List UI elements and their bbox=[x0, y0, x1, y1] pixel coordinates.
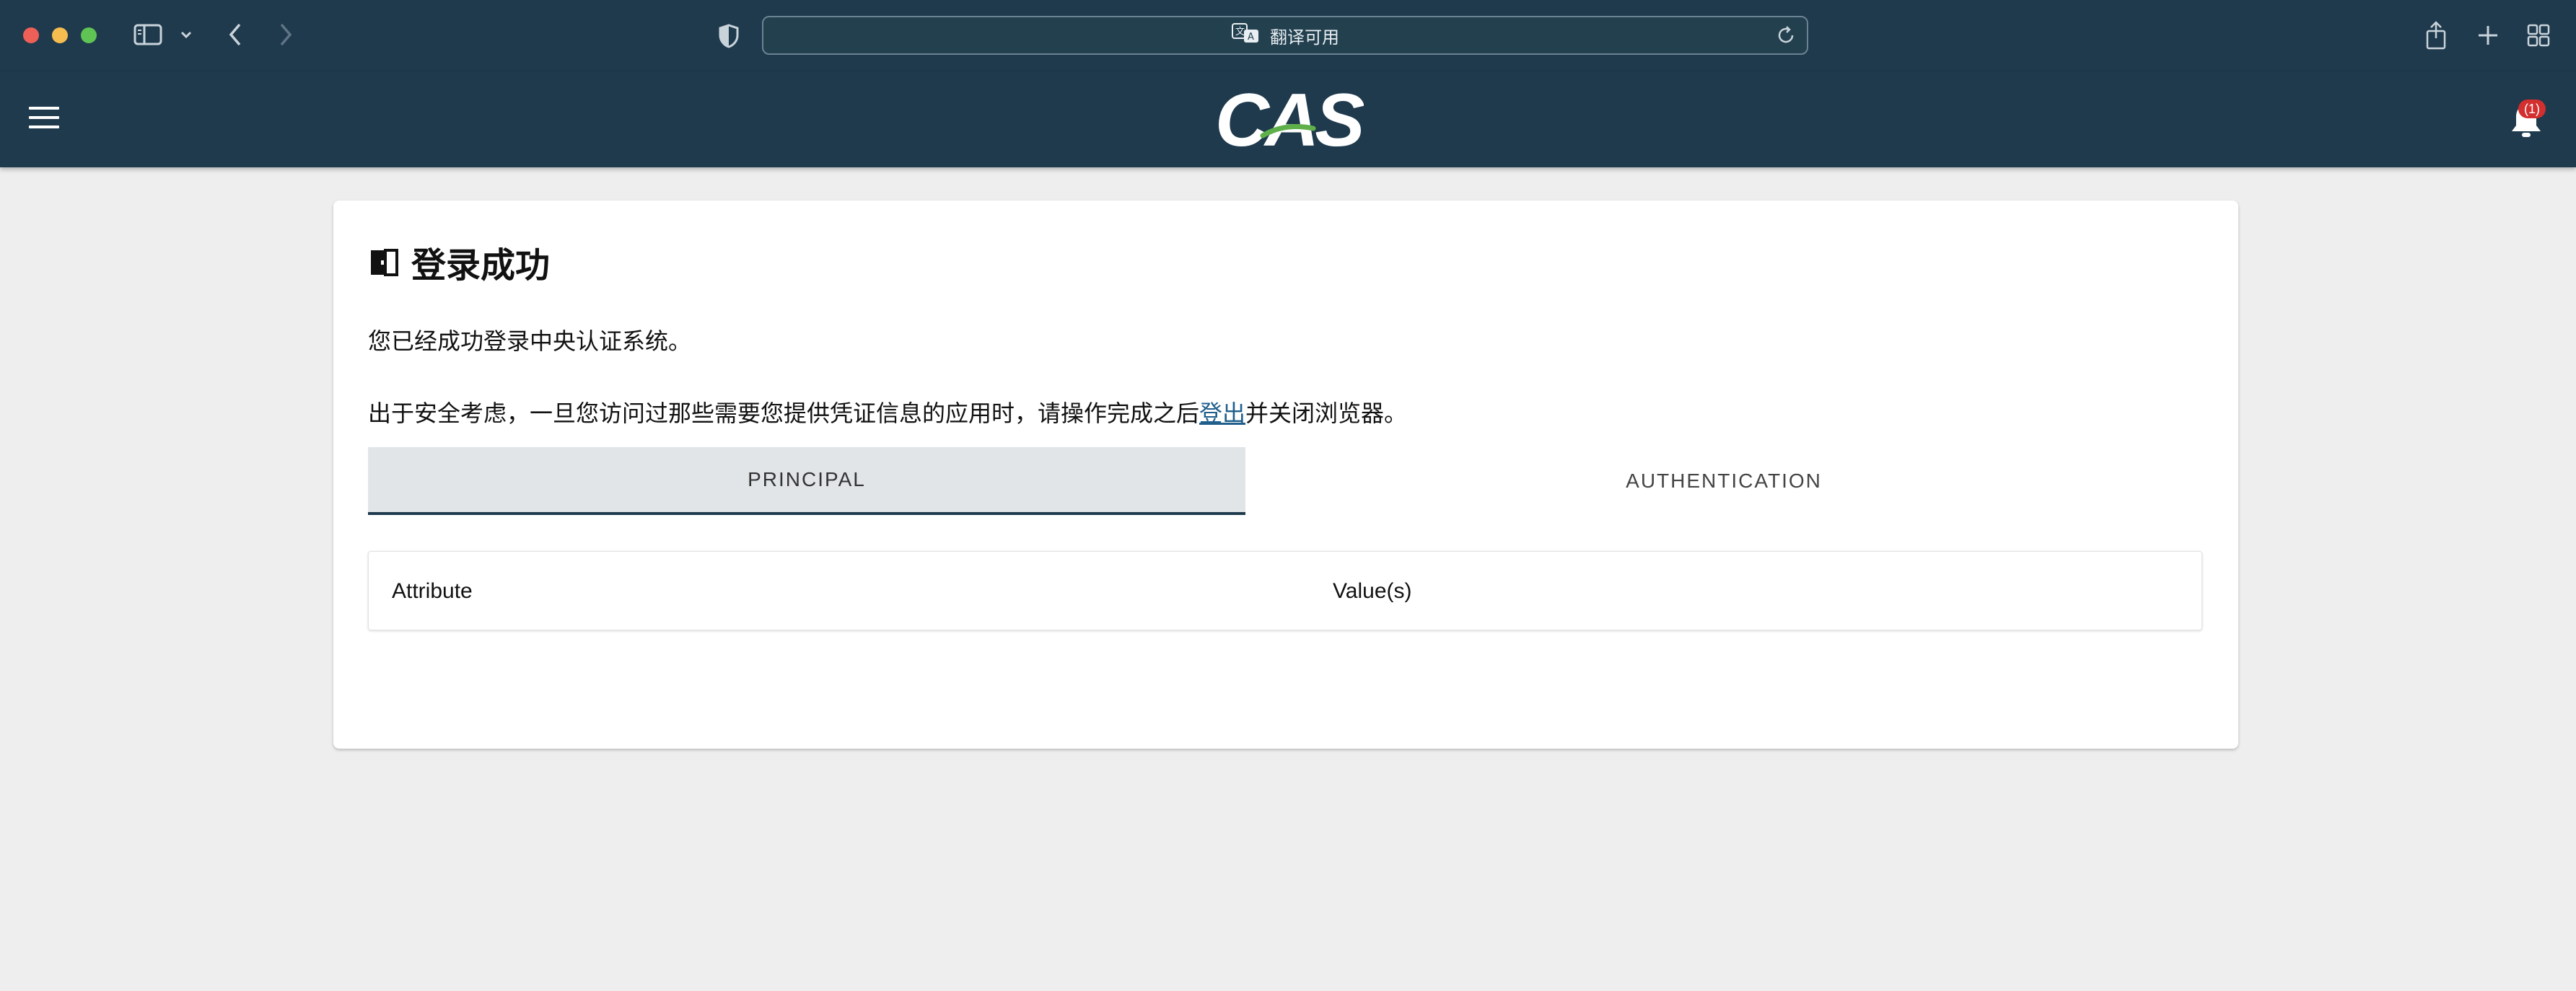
attributes-table: Attribute Value(s) bbox=[368, 551, 2202, 630]
tab-authentication[interactable]: AUTHENTICATION bbox=[1245, 447, 2202, 515]
share-icon[interactable] bbox=[2420, 17, 2452, 53]
details-tabs: PRINCIPAL AUTHENTICATION bbox=[368, 447, 2202, 515]
svg-text:文: 文 bbox=[1235, 27, 1245, 38]
close-window-button[interactable] bbox=[23, 27, 39, 43]
back-arrow-icon[interactable] bbox=[221, 20, 250, 49]
browser-toolbar: 文A 翻译可用 bbox=[0, 0, 2576, 72]
security-text-after: 并关闭浏览器。 bbox=[1245, 400, 1408, 426]
svg-text:A: A bbox=[1248, 32, 1254, 43]
title-text: 登录成功 bbox=[411, 247, 551, 285]
svg-text:CAS: CAS bbox=[1215, 81, 1364, 160]
chevron-down-icon[interactable] bbox=[178, 22, 195, 48]
minimize-window-button[interactable] bbox=[52, 27, 68, 43]
menu-icon[interactable] bbox=[29, 107, 59, 133]
door-icon bbox=[368, 246, 400, 278]
success-message: 您已经成功登录中央认证系统。 bbox=[368, 328, 692, 354]
app-header: CAS bbox=[0, 72, 2576, 167]
notification-badge: (1) bbox=[2518, 100, 2546, 118]
column-header-attribute: Attribute bbox=[392, 579, 473, 603]
column-header-values: Value(s) bbox=[1333, 579, 1412, 603]
tab-principal[interactable]: PRINCIPAL bbox=[368, 447, 1245, 515]
zoom-window-button[interactable] bbox=[81, 27, 97, 43]
page-title: 登录成功 bbox=[368, 237, 550, 287]
shield-icon[interactable] bbox=[714, 20, 743, 52]
translate-icon[interactable]: 文A bbox=[1231, 22, 1260, 49]
security-message: 出于安全考虑，一旦您访问过那些需要您提供凭证信息的应用时，请操作完成之后登出并关… bbox=[368, 395, 1407, 428]
login-success-card: 登录成功 您已经成功登录中央认证系统。 出于安全考虑，一旦您访问过那些需要您提供… bbox=[333, 201, 2238, 749]
sidebar-icon[interactable] bbox=[131, 22, 165, 48]
reload-icon[interactable] bbox=[1775, 25, 1797, 46]
address-bar[interactable]: 文A 翻译可用 bbox=[762, 16, 1808, 55]
address-text: 翻译可用 bbox=[1270, 27, 1339, 48]
cas-logo: CAS bbox=[1212, 79, 1369, 162]
logout-link[interactable]: 登出 bbox=[1199, 400, 1245, 426]
tabs-grid-icon[interactable] bbox=[2523, 17, 2554, 53]
security-text-before: 出于安全考虑，一旦您访问过那些需要您提供凭证信息的应用时，请操作完成之后 bbox=[368, 400, 1200, 426]
forward-arrow-icon[interactable] bbox=[271, 20, 300, 49]
plus-icon[interactable] bbox=[2472, 17, 2504, 53]
